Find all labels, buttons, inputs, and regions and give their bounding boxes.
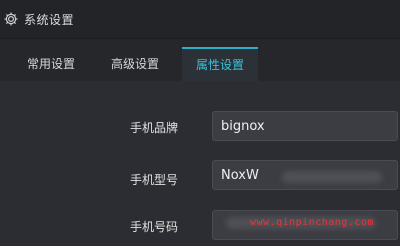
phone-number-label: 手机号码 bbox=[129, 220, 178, 234]
tab-common-settings[interactable]: 常用设置 bbox=[16, 47, 86, 81]
settings-window: 系统设置 常用设置 高级设置 属性设置 手机品牌 手机型号 手机号码 www.q… bbox=[0, 0, 400, 246]
window-title: 系统设置 bbox=[24, 12, 75, 27]
phone-brand-label: 手机品牌 bbox=[129, 121, 178, 135]
tab-bar: 常用设置 高级设置 属性设置 bbox=[0, 38, 400, 82]
phone-model-label: 手机型号 bbox=[129, 173, 178, 187]
phone-brand-input[interactable] bbox=[212, 111, 398, 141]
tab-property-settings[interactable]: 属性设置 bbox=[182, 47, 258, 81]
redacted-blur bbox=[282, 171, 382, 183]
tab-advanced-settings[interactable]: 高级设置 bbox=[100, 47, 170, 81]
watermark-text: www.qinpinchang.com bbox=[250, 217, 374, 228]
title-bar: 系统设置 bbox=[0, 0, 400, 38]
gear-icon bbox=[3, 11, 19, 27]
